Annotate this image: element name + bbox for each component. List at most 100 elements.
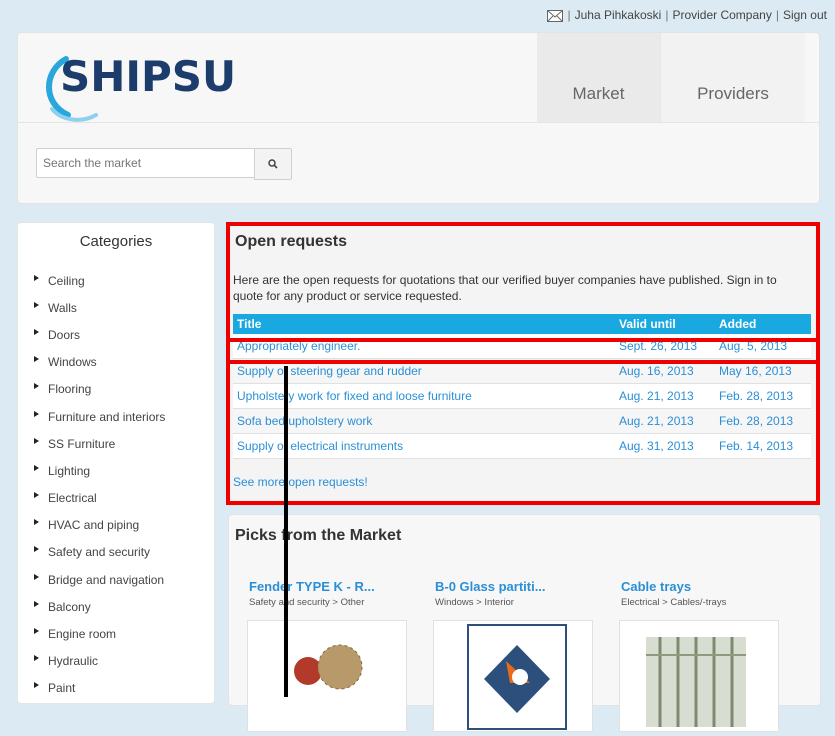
category-list: Ceiling Walls Doors Windows Flooring Fur… bbox=[34, 267, 165, 702]
added-cell: Feb. 28, 2013 bbox=[715, 408, 811, 434]
arrow-right-icon bbox=[34, 464, 39, 471]
table-row[interactable]: Sofa bed upholstery work Aug. 21, 2013 F… bbox=[233, 408, 811, 434]
pick-card[interactable]: B-0 Glass partiti... Windows > Interior bbox=[433, 579, 593, 732]
valid-until-cell: Aug. 16, 2013 bbox=[615, 358, 715, 384]
pick-title-link[interactable]: B-0 Glass partiti... bbox=[435, 579, 591, 594]
valid-until-cell: Sept. 26, 2013 bbox=[615, 334, 715, 359]
column-header-valid-until[interactable]: Valid until bbox=[615, 314, 715, 334]
arrow-right-icon bbox=[34, 437, 39, 444]
tab-market[interactable]: Market bbox=[537, 33, 660, 122]
table-row[interactable]: Supply of electrical instruments Aug. 31… bbox=[233, 433, 811, 459]
table-row[interactable]: Supply of steering gear and rudder Aug. … bbox=[233, 358, 811, 384]
category-item[interactable]: Windows bbox=[34, 349, 165, 376]
separator: | bbox=[775, 8, 779, 22]
category-label: Windows bbox=[48, 355, 97, 370]
category-item[interactable]: Balcony bbox=[34, 593, 165, 620]
pick-title-link[interactable]: Fender TYPE K - R... bbox=[249, 579, 405, 594]
request-title-link[interactable]: Sofa bed upholstery work bbox=[233, 408, 615, 434]
site-header: SHIPSU Market Providers bbox=[17, 32, 820, 204]
category-label: Paint bbox=[48, 681, 76, 696]
pick-image[interactable] bbox=[247, 620, 407, 732]
open-requests-intro: Here are the open requests for quotation… bbox=[233, 273, 777, 303]
category-item[interactable]: Ceiling bbox=[34, 267, 165, 294]
arrow-right-icon bbox=[34, 519, 39, 526]
arrow-right-icon bbox=[34, 573, 39, 580]
arrow-right-icon bbox=[34, 600, 39, 607]
category-label: HVAC and piping bbox=[48, 518, 140, 533]
pick-category: Electrical > Cables/-trays bbox=[621, 597, 727, 608]
column-header-added[interactable]: Added bbox=[715, 314, 811, 334]
search-icon bbox=[268, 159, 278, 169]
category-item[interactable]: Furniture and interiors bbox=[34, 403, 165, 430]
separator: | bbox=[567, 8, 571, 22]
search-input[interactable] bbox=[36, 148, 254, 178]
arrow-right-icon bbox=[34, 628, 39, 635]
request-title-link[interactable]: Appropriately engineer. bbox=[233, 334, 615, 359]
envelope-icon[interactable] bbox=[547, 9, 564, 22]
column-header-title[interactable]: Title bbox=[233, 314, 615, 334]
category-item[interactable]: HVAC and piping bbox=[34, 512, 165, 539]
pick-card[interactable]: Fender TYPE K - R... Safety and security… bbox=[247, 579, 407, 732]
picks-heading: Picks from the Market bbox=[235, 527, 402, 544]
category-label: Doors bbox=[48, 327, 81, 342]
category-label: Electrical bbox=[48, 491, 97, 506]
request-title-link[interactable]: Supply of electrical instruments bbox=[233, 433, 615, 459]
search-button[interactable] bbox=[254, 148, 292, 180]
category-item[interactable]: Doors bbox=[34, 321, 165, 348]
category-label: Balcony bbox=[48, 599, 91, 614]
user-bar: | Juha Pihkakoski | Provider Company | S… bbox=[547, 6, 827, 24]
pick-image[interactable] bbox=[619, 620, 779, 732]
open-requests-heading: Open requests bbox=[235, 233, 348, 250]
category-label: SS Furniture bbox=[48, 436, 116, 451]
see-more-link[interactable]: See more open requests! bbox=[233, 475, 368, 489]
arrow-right-icon bbox=[34, 410, 39, 417]
category-label: Lighting bbox=[48, 463, 91, 478]
pick-image[interactable] bbox=[433, 620, 593, 732]
main-nav: Market Providers bbox=[537, 33, 805, 122]
picks-panel: Picks from the Market Fender TYPE K - R.… bbox=[228, 514, 821, 732]
category-item[interactable]: Electrical bbox=[34, 485, 165, 512]
table-row[interactable]: Upholstery work for fixed and loose furn… bbox=[233, 383, 811, 409]
added-cell: Feb. 28, 2013 bbox=[715, 383, 811, 409]
arrow-right-icon bbox=[34, 682, 39, 689]
arrow-right-icon bbox=[34, 328, 39, 335]
request-title-link[interactable]: Supply of steering gear and rudder bbox=[233, 358, 615, 384]
category-item[interactable]: Flooring bbox=[34, 376, 165, 403]
category-item[interactable]: Hydraulic bbox=[34, 648, 165, 675]
search-form bbox=[36, 148, 292, 180]
category-item[interactable]: Engine room bbox=[34, 620, 165, 647]
category-label: Safety and security bbox=[48, 545, 151, 560]
category-item[interactable]: Paint bbox=[34, 675, 165, 702]
sign-out-link[interactable]: Sign out bbox=[783, 6, 827, 24]
arrow-right-icon bbox=[34, 274, 39, 281]
company-link[interactable]: Provider Company bbox=[672, 6, 771, 24]
arrow-right-icon bbox=[34, 655, 39, 662]
category-label: Bridge and navigation bbox=[48, 572, 165, 587]
valid-until-cell: Aug. 31, 2013 bbox=[615, 433, 715, 459]
table-header-row: Title Valid until Added bbox=[233, 314, 811, 334]
category-item[interactable]: Walls bbox=[34, 294, 165, 321]
pick-title-link[interactable]: Cable trays bbox=[621, 579, 777, 594]
arrow-right-icon bbox=[34, 383, 39, 390]
category-item[interactable]: Lighting bbox=[34, 457, 165, 484]
user-name-link[interactable]: Juha Pihkakoski bbox=[575, 6, 662, 24]
request-title-link[interactable]: Upholstery work for fixed and loose furn… bbox=[233, 383, 615, 409]
tab-providers[interactable]: Providers bbox=[660, 33, 805, 122]
pick-card[interactable]: Cable trays Electrical > Cables/-trays bbox=[619, 579, 779, 732]
separator: | bbox=[665, 8, 669, 22]
added-cell: May 16, 2013 bbox=[715, 358, 811, 384]
pick-category: Safety and security > Other bbox=[249, 597, 365, 608]
shipsu-logo[interactable]: SHIPSU bbox=[40, 49, 236, 129]
category-item[interactable]: Safety and security bbox=[34, 539, 165, 566]
table-row[interactable]: Appropriately engineer. Sept. 26, 2013 A… bbox=[233, 334, 811, 359]
annotation-pointer-line bbox=[284, 366, 288, 697]
categories-sidebar: Categories Ceiling Walls Doors Windows F… bbox=[17, 222, 215, 704]
category-label: Flooring bbox=[48, 382, 92, 397]
categories-heading: Categories bbox=[79, 233, 153, 250]
category-item[interactable]: Bridge and navigation bbox=[34, 566, 165, 593]
logo-text: SHIPSU bbox=[60, 52, 237, 101]
arrow-right-icon bbox=[34, 301, 39, 308]
category-label: Engine room bbox=[48, 627, 117, 642]
category-item[interactable]: SS Furniture bbox=[34, 430, 165, 457]
category-label: Walls bbox=[48, 300, 77, 315]
